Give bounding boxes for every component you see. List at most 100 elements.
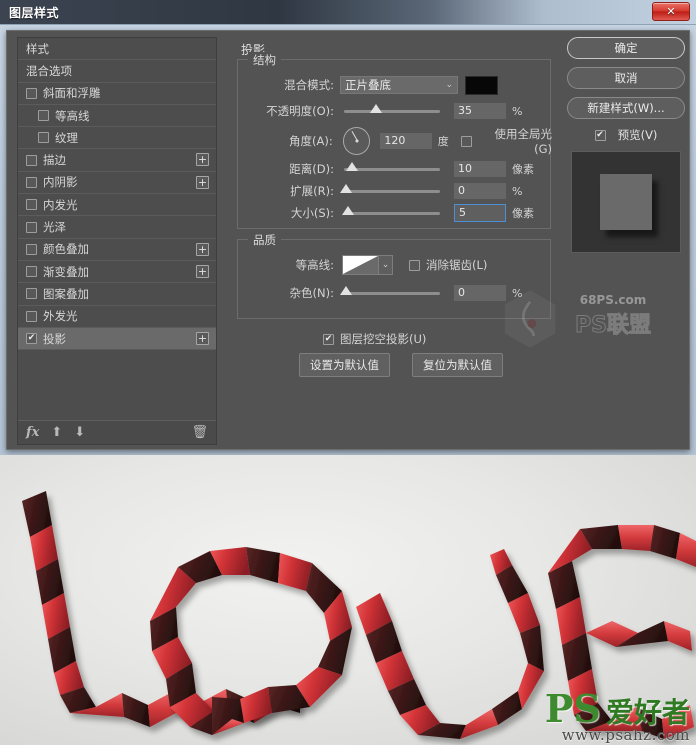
style-item-checkbox[interactable] — [26, 333, 37, 344]
spread-slider[interactable] — [340, 183, 440, 193]
opacity-slider-thumb[interactable] — [370, 103, 382, 113]
move-up-icon[interactable]: ⬆ — [51, 425, 62, 440]
style-item-checkbox[interactable] — [26, 154, 37, 166]
antialias-label: 消除锯齿(L) — [426, 258, 488, 272]
opacity-row: 不透明度(O): 35 % — [248, 102, 548, 120]
style-item-checkbox[interactable] — [38, 110, 49, 122]
angle-unit: 度 — [437, 135, 449, 148]
noise-unit: % — [512, 286, 523, 300]
style-list-item[interactable]: 纹理 — [18, 127, 216, 150]
quality-group: 品质 等高线: ⌄ 消除锯齿(L) 杂色(N): 0 % — [237, 232, 551, 319]
set-default-button[interactable]: 设置为默认值 — [299, 353, 390, 377]
style-list-item[interactable]: 渐变叠加 + — [18, 261, 216, 284]
add-effect-icon[interactable]: + — [196, 264, 209, 278]
quality-group-label: 品质 — [248, 232, 281, 248]
layer-style-dialog: 图层样式 ✕ 样式混合选项斜面和浮雕 等高线纹理描边 + 内阴影 + 内发光 光泽 颜色叠加 +… — [0, 0, 696, 455]
cancel-button[interactable]: 取消 — [567, 67, 685, 89]
close-button[interactable]: ✕ — [652, 2, 690, 21]
ok-button[interactable]: 确定 — [567, 37, 685, 59]
opacity-slider[interactable] — [344, 103, 440, 113]
style-list-item[interactable]: 斜面和浮雕 — [18, 83, 216, 105]
size-label: 大小(S): — [290, 206, 334, 220]
style-list-item[interactable]: 光泽 — [18, 216, 216, 239]
distance-input[interactable]: 10 — [454, 161, 506, 177]
style-list-item[interactable]: 混合选项 — [18, 60, 216, 83]
style-list-item[interactable]: 等高线 — [18, 105, 216, 128]
title-bar: 图层样式 ✕ — [0, 0, 696, 25]
blend-mode-select[interactable]: 正片叠底 ⌄ — [340, 76, 458, 94]
add-effect-icon[interactable]: + — [196, 175, 209, 189]
preview-checkbox[interactable] — [594, 129, 606, 141]
noise-input[interactable]: 0 — [454, 285, 506, 301]
style-list-item[interactable]: 描边 + — [18, 149, 216, 172]
size-slider[interactable] — [342, 205, 440, 215]
size-unit: 像素 — [512, 207, 534, 220]
add-effect-icon[interactable]: + — [196, 242, 209, 256]
style-item-checkbox[interactable] — [26, 221, 37, 233]
watermark-cn-text: 爱好者 — [605, 696, 690, 729]
styles-panel: 样式混合选项斜面和浮雕 等高线纹理描边 + 内阴影 + 内发光 光泽 颜色叠加 + 渐变叠加 + 图案… — [17, 37, 217, 445]
reset-default-button[interactable]: 复位为默认值 — [412, 353, 503, 377]
add-effect-icon[interactable]: + — [196, 153, 209, 167]
style-item-checkbox[interactable] — [38, 132, 49, 144]
style-item-label: 纹理 — [55, 130, 78, 145]
spread-input[interactable]: 0 — [454, 183, 506, 199]
style-list-item[interactable]: 外发光 — [18, 306, 216, 328]
style-list-item[interactable]: 投影 + — [18, 327, 216, 351]
angle-dial-hub — [355, 139, 359, 143]
styles-list: 样式混合选项斜面和浮雕 等高线纹理描边 + 内阴影 + 内发光 光泽 颜色叠加 + 渐变叠加 + 图案… — [18, 38, 216, 420]
style-item-label: 混合选项 — [26, 63, 72, 78]
style-list-item[interactable]: 颜色叠加 + — [18, 239, 216, 261]
shadow-settings-panel: 投影 结构 混合模式: 正片叠底 ⌄ 不透明度(O): 35 % 角度(A): … — [229, 37, 559, 445]
spread-slider-thumb[interactable] — [340, 183, 352, 193]
trash-icon[interactable]: 🗑 — [191, 425, 208, 440]
chevron-down-icon[interactable]: ⌄ — [379, 255, 393, 275]
contour-label: 等高线: — [295, 258, 334, 272]
style-item-checkbox[interactable] — [26, 310, 37, 322]
style-list-item[interactable]: 样式 — [18, 38, 216, 61]
style-list-item[interactable]: 内发光 — [18, 194, 216, 217]
style-item-checkbox[interactable] — [26, 288, 37, 300]
default-buttons-row: 设置为默认值 复位为默认值 — [299, 353, 503, 377]
style-item-checkbox[interactable] — [26, 243, 37, 255]
antialias-checkbox[interactable] — [409, 259, 420, 271]
style-item-checkbox[interactable] — [26, 266, 37, 278]
new-style-button[interactable]: 新建样式(W)... — [567, 97, 685, 119]
structure-group: 结构 混合模式: 正片叠底 ⌄ 不透明度(O): 35 % 角度(A): 120… — [237, 52, 552, 229]
global-light-checkbox[interactable] — [460, 135, 472, 147]
contour-swatch[interactable] — [342, 255, 379, 275]
contour-picker[interactable]: ⌄ — [342, 255, 393, 275]
add-effect-icon[interactable]: + — [196, 331, 209, 345]
move-down-icon[interactable]: ⬇ — [74, 425, 85, 440]
style-item-label: 样式 — [26, 41, 49, 56]
distance-slider-thumb[interactable] — [346, 161, 358, 171]
knockout-checkbox[interactable] — [323, 333, 334, 345]
chevron-down-icon: ⌄ — [445, 80, 453, 90]
distance-row: 距离(D): 10 像素 — [248, 160, 548, 178]
noise-slider[interactable] — [340, 285, 440, 295]
knockout-label: 图层挖空投影(U) — [340, 332, 427, 346]
fx-icon[interactable]: fx — [26, 425, 39, 440]
dialog-body: 样式混合选项斜面和浮雕 等高线纹理描边 + 内阴影 + 内发光 光泽 颜色叠加 + 渐变叠加 + 图案… — [6, 30, 690, 450]
blend-mode-row: 混合模式: 正片叠底 ⌄ — [248, 75, 548, 95]
style-list-item[interactable]: 内阴影 + — [18, 172, 216, 195]
style-item-checkbox[interactable] — [26, 87, 37, 99]
preview-row: 预览(V) — [567, 127, 685, 143]
window-title: 图层样式 — [9, 5, 60, 20]
shadow-color-swatch[interactable] — [465, 75, 498, 95]
contour-row: 等高线: ⌄ 消除锯齿(L) — [248, 254, 548, 276]
spread-unit: % — [512, 184, 523, 198]
global-light-label: 使用全局光(G) — [494, 127, 553, 156]
watermark-brand: PS联盟 — [575, 313, 652, 339]
size-slider-thumb[interactable] — [342, 205, 354, 215]
noise-slider-thumb[interactable] — [340, 285, 352, 295]
opacity-input[interactable]: 35 — [454, 103, 506, 119]
angle-input[interactable]: 120 — [380, 133, 432, 149]
distance-slider[interactable] — [344, 161, 440, 171]
style-item-checkbox[interactable] — [26, 176, 37, 188]
angle-row: 角度(A): 120 度 使用全局光(G) — [248, 126, 552, 156]
style-item-checkbox[interactable] — [26, 199, 37, 211]
size-input[interactable]: 5 — [454, 204, 506, 222]
style-list-item[interactable]: 图案叠加 — [18, 283, 216, 306]
angle-dial[interactable] — [342, 127, 371, 155]
